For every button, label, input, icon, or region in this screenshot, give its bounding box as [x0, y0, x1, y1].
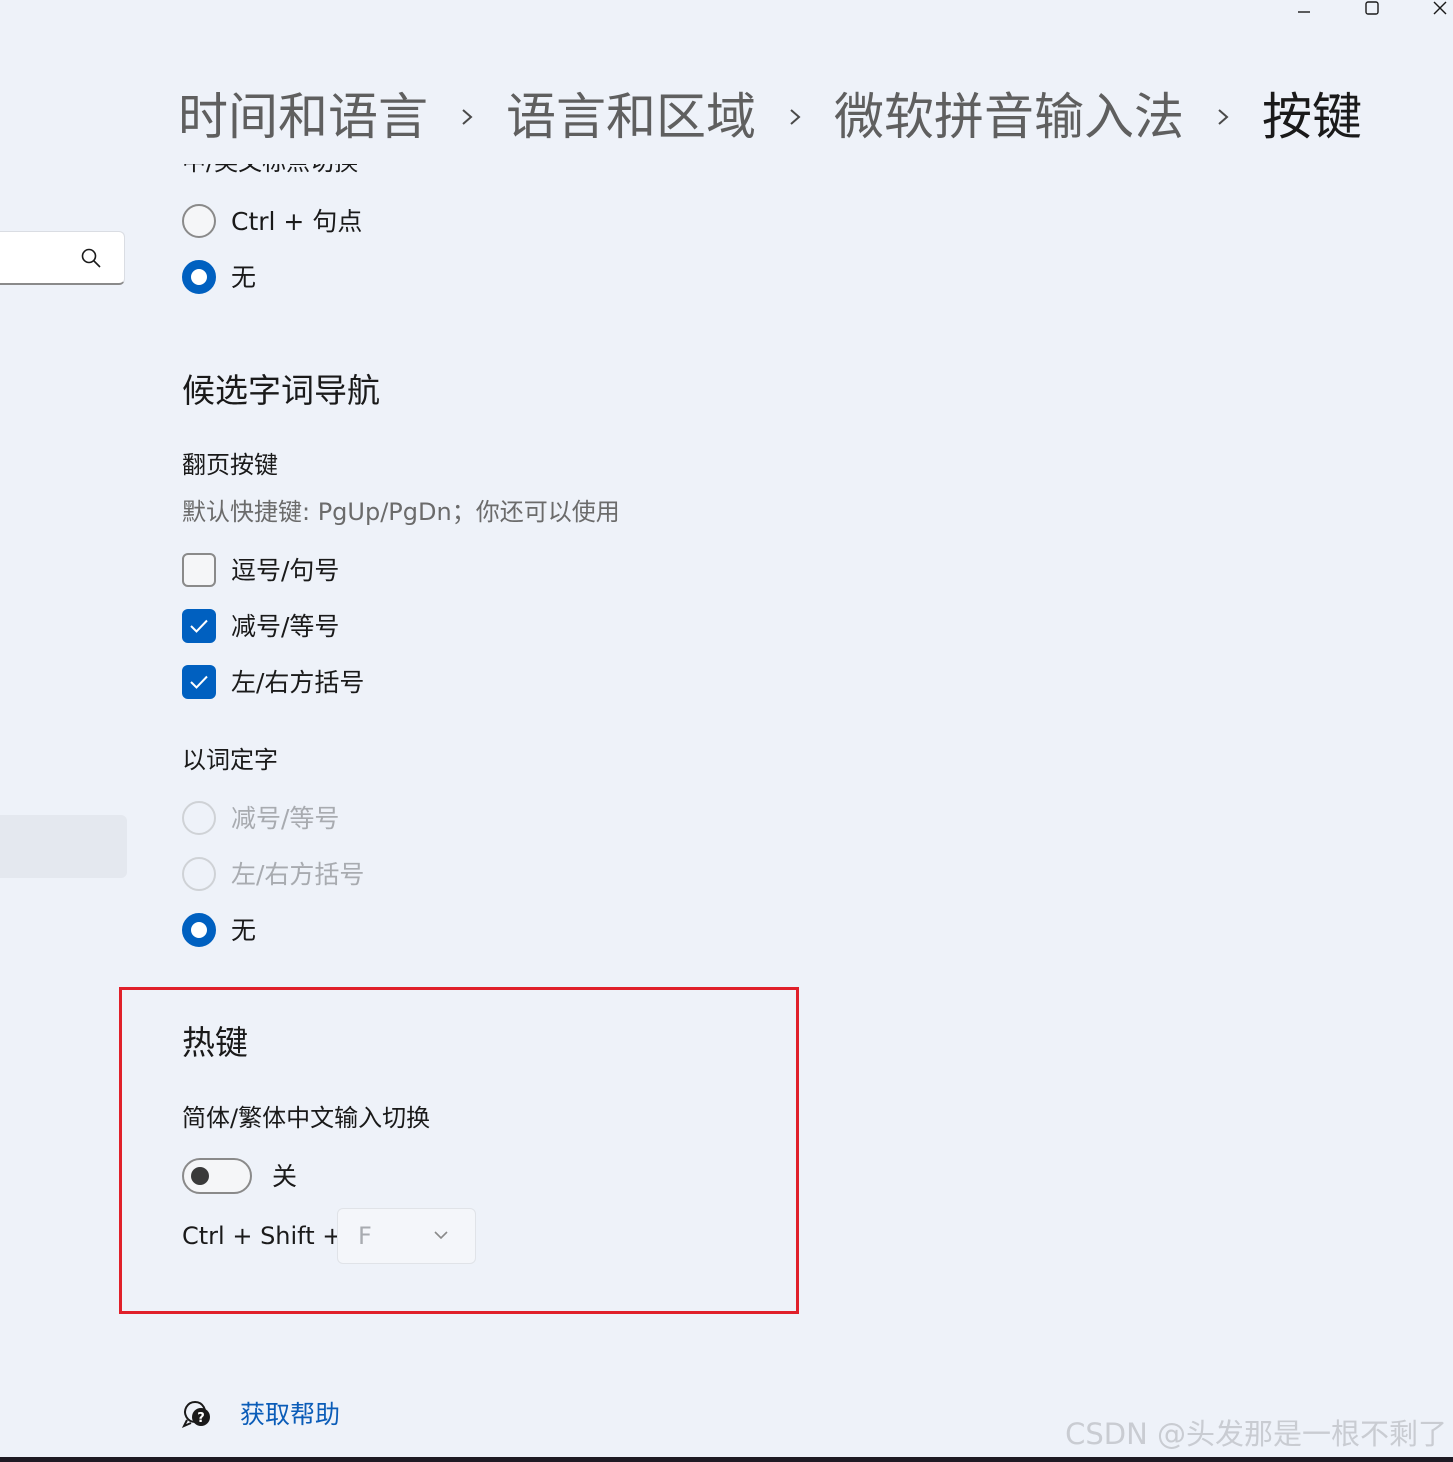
radio-button-disabled	[182, 857, 216, 891]
watermark: CSDN @头发那是一根不剩了	[1065, 1417, 1447, 1451]
taskbar-edge	[0, 1457, 1453, 1462]
settings-page: 时间和语言 语言和区域 微软拼音输入法 按键 中/英文标点切换 Ctrl + 句…	[0, 0, 1453, 1462]
radio-label: 无	[231, 262, 257, 292]
breadcrumb-ms-pinyin[interactable]: 微软拼音输入法	[834, 92, 1184, 142]
help-chat-icon: ?	[181, 1401, 210, 1428]
radio-option-none[interactable]: 无	[182, 259, 256, 295]
chevron-right-icon	[428, 107, 506, 127]
radio-button-checked[interactable]	[182, 913, 216, 947]
checkbox-minus-equals[interactable]: 减号/等号	[182, 608, 339, 644]
checkbox-checked[interactable]	[182, 609, 216, 643]
radio-label: 左/右方括号	[231, 859, 365, 889]
checkbox[interactable]	[182, 553, 216, 587]
close-icon	[1433, 1, 1447, 15]
paging-keys-description: 默认快捷键: PgUp/PgDn；你还可以使用	[182, 498, 620, 526]
maximize-button[interactable]	[1352, 0, 1392, 22]
radio-option-brackets: 左/右方括号	[182, 856, 364, 892]
shortcut-key-dropdown[interactable]: F	[337, 1208, 476, 1264]
paging-keys-title: 翻页按键	[182, 451, 278, 479]
chevron-right-icon	[1184, 107, 1262, 127]
breadcrumb: 时间和语言 语言和区域 微软拼音输入法 按键	[178, 82, 1362, 152]
checkbox-label: 左/右方括号	[231, 667, 365, 697]
toggle-state-label: 关	[272, 1162, 298, 1191]
get-help-link[interactable]: 获取帮助	[240, 1402, 340, 1427]
breadcrumb-language-region[interactable]: 语言和区域	[506, 92, 756, 142]
search-icon	[81, 248, 101, 268]
checkbox-label: 减号/等号	[231, 611, 340, 641]
minimize-icon	[1298, 11, 1310, 13]
radio-label: Ctrl + 句点	[231, 206, 363, 236]
checkbox-comma-period[interactable]: 逗号/句号	[182, 552, 339, 588]
search-input[interactable]	[0, 231, 125, 285]
checkmark-icon	[190, 675, 208, 689]
word-to-char-title: 以词定字	[182, 746, 278, 774]
checkbox-checked[interactable]	[182, 665, 216, 699]
maximize-icon	[1365, 1, 1379, 15]
checkmark-icon	[190, 619, 208, 633]
shortcut-prefix: Ctrl + Shift +	[182, 1222, 343, 1250]
radio-label: 减号/等号	[231, 803, 340, 833]
radio-option-none-word[interactable]: 无	[182, 912, 256, 948]
shortcut-key-value: F	[358, 1222, 372, 1250]
traditional-simplified-switch-title: 简体/繁体中文输入切换	[182, 1104, 431, 1132]
radio-label: 无	[231, 915, 257, 945]
radio-option-ctrl-period[interactable]: Ctrl + 句点	[182, 203, 362, 239]
minimize-button[interactable]	[1284, 0, 1324, 22]
breadcrumb-time-language[interactable]: 时间和语言	[178, 92, 428, 142]
chevron-right-icon	[756, 107, 834, 127]
section-title-hotkeys: 热键	[182, 1023, 248, 1062]
radio-button-checked[interactable]	[182, 260, 216, 294]
page-title: 按键	[1262, 88, 1362, 146]
section-title-candidate-navigation: 候选字词导航	[182, 371, 380, 410]
checkbox-brackets[interactable]: 左/右方括号	[182, 664, 364, 700]
nav-item-selected[interactable]	[0, 815, 127, 878]
radio-button-disabled	[182, 801, 216, 835]
radio-option-minus-equals: 减号/等号	[182, 800, 339, 836]
checkbox-label: 逗号/句号	[231, 555, 340, 585]
traditional-simplified-toggle[interactable]	[182, 1158, 252, 1194]
punctuation-toggle-label: 中/英文标点切换	[182, 164, 358, 176]
toggle-knob	[191, 1167, 209, 1185]
close-window-button[interactable]	[1420, 0, 1453, 22]
radio-button[interactable]	[182, 204, 216, 238]
chevron-down-icon	[434, 1231, 448, 1240]
svg-text:?: ?	[197, 1411, 205, 1426]
